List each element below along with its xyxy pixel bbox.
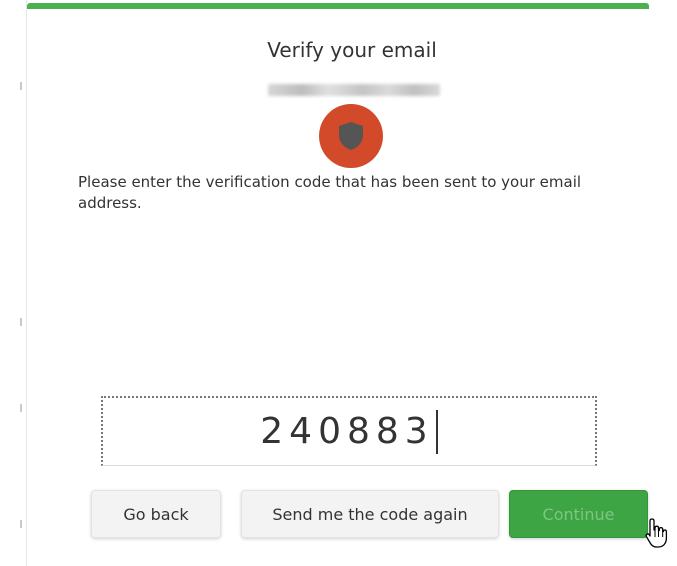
page: Verify your email Please enter the verif… <box>0 0 677 566</box>
background-window-edge <box>0 0 27 566</box>
resend-code-button[interactable]: Send me the code again <box>241 490 499 538</box>
verification-code-value: 240883 <box>260 411 434 452</box>
dialog-accent-bar <box>27 3 649 9</box>
continue-button-label: Continue <box>542 504 615 524</box>
instruction-text: Please enter the verification code that … <box>78 173 582 212</box>
shield-icon <box>339 122 363 150</box>
shield-icon-badge <box>319 104 383 168</box>
dialog-title: Verify your email <box>267 38 437 62</box>
verify-email-dialog: Verify your email Please enter the verif… <box>27 0 677 566</box>
resend-code-button-label: Send me the code again <box>272 504 468 524</box>
edge-mark <box>20 520 22 528</box>
edge-mark <box>20 318 22 326</box>
text-caret <box>435 409 438 454</box>
edge-mark <box>20 404 22 412</box>
go-back-button-label: Go back <box>123 504 189 524</box>
hand-pointer-cursor-icon <box>645 518 668 548</box>
go-back-button[interactable]: Go back <box>91 490 221 538</box>
verification-code-input[interactable]: 240883 <box>101 396 597 466</box>
continue-button[interactable]: Continue <box>509 490 648 538</box>
edge-mark <box>20 82 22 90</box>
redacted-email-address <box>268 84 440 96</box>
